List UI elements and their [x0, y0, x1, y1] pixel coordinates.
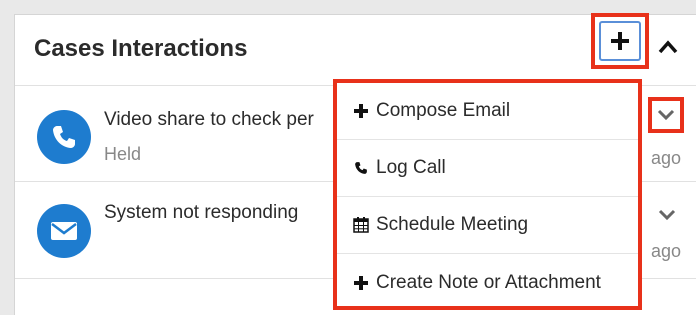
- menu-item-label: Create Note or Attachment: [376, 271, 601, 293]
- chevron-down-icon: [657, 109, 675, 121]
- menu-item-label: Compose Email: [376, 100, 511, 121]
- plus-icon: [352, 274, 370, 292]
- chevron-down-icon: [658, 209, 676, 221]
- add-button[interactable]: [599, 21, 641, 61]
- dashlet-header: Cases Interactions: [15, 13, 696, 86]
- interaction-subject[interactable]: System not responding: [104, 202, 298, 224]
- dashlet-title: Cases Interactions: [34, 35, 248, 62]
- row-actions-button[interactable]: [657, 208, 677, 222]
- envelope-icon: [37, 204, 91, 258]
- collapse-button[interactable]: [655, 35, 681, 59]
- plus-icon: [611, 32, 629, 50]
- phone-icon: [352, 159, 370, 177]
- row-actions-button[interactable]: [648, 97, 684, 133]
- menu-item-compose-email[interactable]: Compose Email: [337, 83, 638, 140]
- chevron-up-icon: [658, 40, 678, 54]
- add-menu-dropdown: Compose Email Log Call Schedule Meeting: [333, 79, 642, 310]
- menu-item-create-note[interactable]: Create Note or Attachment: [337, 254, 638, 311]
- interaction-status: Held: [104, 144, 142, 164]
- menu-item-log-call[interactable]: Log Call: [337, 140, 638, 197]
- menu-item-label: Log Call: [376, 157, 446, 178]
- calendar-icon: [352, 216, 370, 234]
- menu-item-schedule-meeting[interactable]: Schedule Meeting: [337, 197, 638, 254]
- phone-icon: [37, 110, 91, 164]
- menu-item-label: Schedule Meeting: [376, 214, 529, 235]
- interaction-subject[interactable]: Video share to check per: [104, 109, 314, 131]
- plus-icon: [352, 102, 370, 120]
- interaction-time: ago: [651, 241, 682, 261]
- interaction-time: ago: [651, 148, 682, 168]
